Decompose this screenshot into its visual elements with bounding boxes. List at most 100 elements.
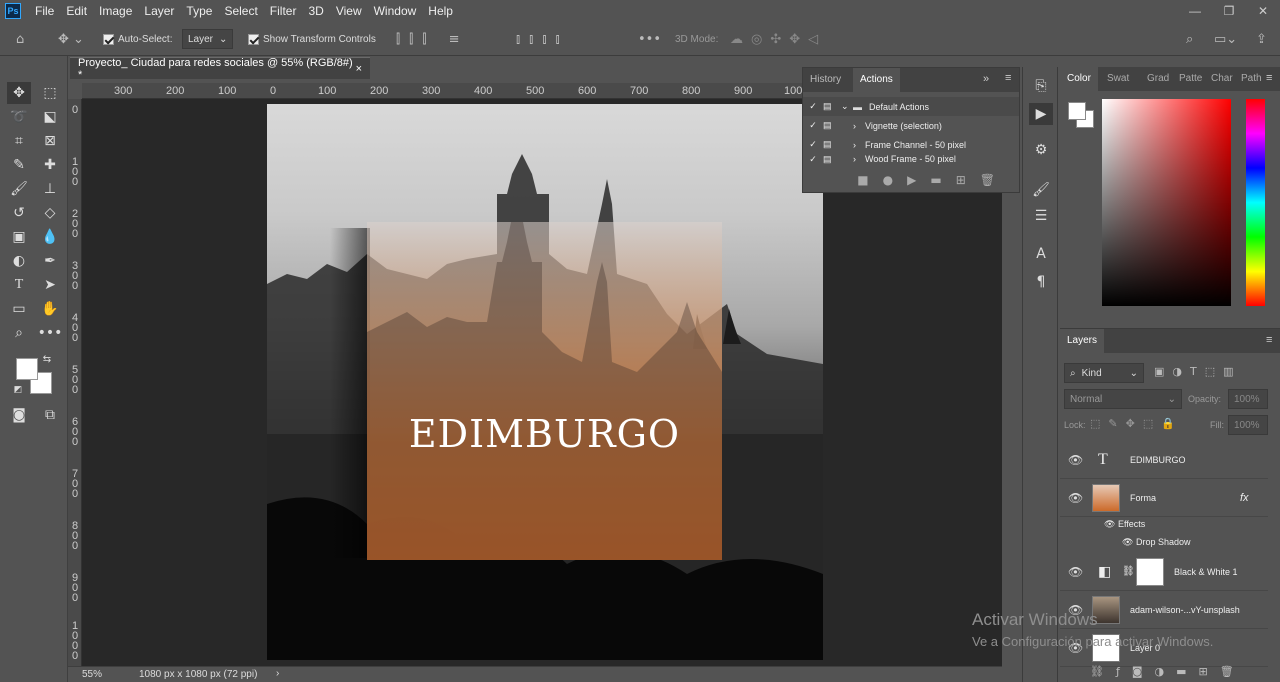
panel-menu-icon[interactable]: ≡ [1266,72,1272,84]
fill-input[interactable]: 100% [1228,415,1268,435]
eye-icon[interactable]: 👁 [1104,519,1115,529]
layers-footer-icons[interactable]: ⛓ƒ◙◑▬⊞🗑 [1090,665,1246,678]
menu-layer[interactable]: Layer [138,4,180,18]
menu-edit[interactable]: Edit [60,4,93,18]
close-icon[interactable]: ✕ [1246,0,1280,22]
menu-select[interactable]: Select [218,4,263,18]
layer-filter-icons[interactable]: ▣◑T⬚▥ [1154,365,1242,378]
new-action-icon[interactable]: ⊞ [956,173,966,187]
dialog-toggle-icon[interactable]: ▤ [823,101,841,112]
checkmark-icon[interactable]: ✓ [803,139,823,150]
distribute-icons[interactable]: ⫾⫾⫾⫾ [516,22,569,56]
frame-tool-icon[interactable]: ⊠ [38,130,62,152]
color-field[interactable] [1102,99,1231,306]
gradient-tool-icon[interactable]: ▣ [7,226,31,248]
tab-layers[interactable]: Layers [1060,329,1105,353]
paragraph-panel-icon[interactable]: ¶ [1029,271,1053,293]
blur-tool-icon[interactable]: 💧 [38,226,62,248]
effects-row[interactable]: 👁 Effects [1104,519,1145,530]
new-set-icon[interactable]: ▬ [930,173,941,187]
layer-row[interactable]: 👁 ◧ ⛓ Black & White 1 [1060,553,1268,591]
move-tool-icon[interactable]: ✥ ⌄ [58,22,84,56]
tab-history[interactable]: History [803,68,848,92]
eyedropper-tool-icon[interactable]: ✎ [7,154,31,176]
action-row[interactable]: ✓ ▤ › Vignette (selection) [803,116,1019,135]
checkmark-icon[interactable]: ✓ [803,101,823,112]
menu-file[interactable]: File [29,4,60,18]
eye-icon[interactable]: 👁 [1068,453,1083,467]
opacity-input[interactable]: 100% [1228,389,1268,409]
brush-panel-icon[interactable]: 🖌 [1029,179,1053,201]
object-selection-tool-icon[interactable]: ⬕ [38,106,62,128]
rectangle-tool-icon[interactable]: ▭ [7,298,31,320]
panel-menu-icon[interactable]: ≡ [1005,72,1011,84]
document-tab[interactable]: Proyecto_ Ciudad para redes sociales @ 5… [70,57,370,81]
workspace-icon[interactable]: ▭⌄ [1214,22,1237,56]
close-tab-icon[interactable]: × [356,63,362,75]
share-icon[interactable]: ⇪ [1256,22,1267,56]
chevron-right-icon[interactable]: › [276,668,279,679]
tab-swatches[interactable]: Swat [1100,67,1136,91]
eye-icon[interactable]: 👁 [1122,537,1133,547]
eraser-tool-icon[interactable]: ◇ [38,202,62,224]
crop-tool-icon[interactable]: ⌗ [7,130,31,152]
history-brush-icon[interactable]: ↺ [7,202,31,224]
layer-name[interactable]: Forma [1130,493,1156,503]
collapse-panel-icon[interactable]: » [983,73,989,85]
eye-icon[interactable]: 👁 [1068,491,1083,505]
dialog-toggle-icon[interactable]: ▤ [823,139,853,150]
layer-filter-dropdown[interactable]: ⌕ Kind ⌄ [1064,363,1144,383]
eye-icon[interactable]: 👁 [1068,565,1083,579]
stop-icon[interactable]: ■ [857,173,868,187]
fx-icon[interactable]: fx [1240,492,1249,504]
chevron-right-icon[interactable]: › [853,154,865,164]
menu-type[interactable]: Type [180,4,218,18]
blend-mode-dropdown[interactable]: Normal ⌄ [1064,389,1182,409]
swap-colors-icon[interactable]: ⇆ [40,352,54,366]
zoom-tool-icon[interactable]: ⌕ [7,322,31,344]
zoom-level[interactable]: 55% [82,669,102,680]
menu-image[interactable]: Image [93,4,138,18]
pen-tool-icon[interactable]: ✒ [38,250,62,272]
tab-paths[interactable]: Path [1234,67,1269,91]
layer-row[interactable]: 👁 T EDIMBURGO [1060,441,1268,479]
tab-color[interactable]: Color [1060,67,1098,91]
properties-panel-icon[interactable]: ⚙ [1029,139,1053,161]
screen-mode-icon[interactable]: ⧉ [38,404,62,426]
actions-panel-icon[interactable]: ▶ [1029,103,1053,125]
home-icon[interactable]: ⌂ [16,22,24,56]
action-row[interactable]: ✓ ▤ ⌄ ▬ Default Actions [803,97,1019,116]
tab-gradients[interactable]: Grad [1140,67,1176,91]
tab-actions[interactable]: Actions [853,68,900,92]
auto-select-checkbox[interactable]: Auto-Select: [103,22,172,56]
stamp-tool-icon[interactable]: ⊥ [38,178,62,200]
default-colors-icon[interactable]: ◩ [12,384,24,396]
history-panel-icon[interactable]: ⎘ [1029,75,1053,97]
quick-mask-icon[interactable]: ◙ [7,404,31,426]
drop-shadow-row[interactable]: 👁 Drop Shadow [1122,537,1191,548]
record-icon[interactable]: ● [883,173,893,187]
layer-name[interactable]: Black & White 1 [1174,567,1238,577]
dodge-tool-icon[interactable]: ◐ [7,250,31,272]
menu-help[interactable]: Help [422,4,459,18]
more-tools-icon[interactable]: ••• [38,322,63,344]
adjustments-panel-icon[interactable]: ☰ [1029,205,1053,227]
panel-menu-icon[interactable]: ≡ [1266,334,1272,346]
hue-slider[interactable] [1246,99,1265,306]
action-row[interactable]: ✓ ▤ › Frame Channel - 50 pixel [803,135,1019,154]
orange-shape-layer[interactable] [367,192,722,560]
type-tool-icon[interactable]: T [7,274,31,296]
healing-tool-icon[interactable]: ✚ [38,154,62,176]
align-icons[interactable]: ⫿⫿⫿ ≡ [396,22,469,56]
dialog-toggle-icon[interactable]: ▤ [823,154,853,164]
menu-filter[interactable]: Filter [264,4,303,18]
marquee-tool-icon[interactable]: ⬚ [38,82,62,104]
action-row[interactable]: ✓ ▤ › Wood Frame - 50 pixel [803,154,1019,164]
dialog-toggle-icon[interactable]: ▤ [823,120,853,131]
layer-name[interactable]: EDIMBURGO [1130,455,1186,465]
move-tool-icon[interactable]: ✥ [7,82,31,104]
restore-icon[interactable]: ❐ [1212,0,1246,22]
checkmark-icon[interactable]: ✓ [803,120,823,131]
foreground-color-swatch[interactable] [1068,102,1086,120]
more-options-icon[interactable]: ••• [638,22,661,56]
